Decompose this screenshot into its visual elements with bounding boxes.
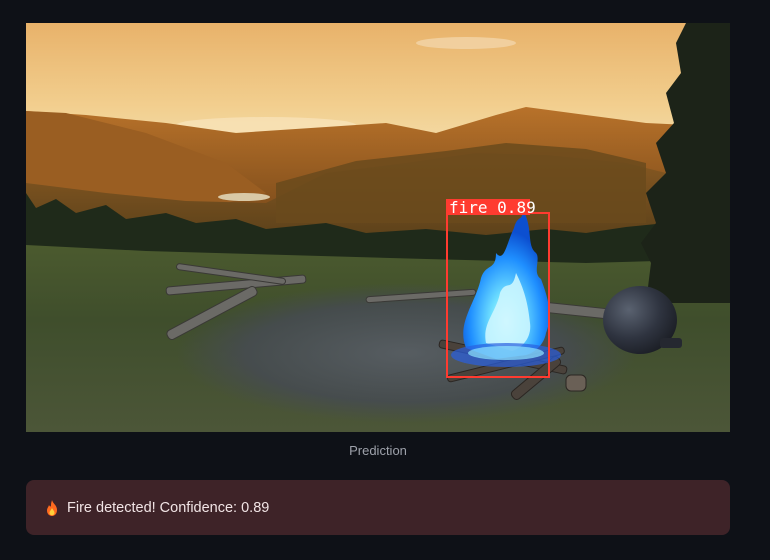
alert-message: Fire detected! Confidence: 0.89 (67, 499, 270, 516)
image-caption: Prediction (349, 443, 407, 458)
detection-class-label: fire (449, 198, 488, 217)
detection-confidence: 0.89 (497, 198, 536, 217)
prediction-image: fire 0.89 (26, 23, 730, 432)
fire-icon (47, 499, 57, 516)
app-main: fire 0.89 Prediction Fire detected! Conf… (0, 0, 770, 560)
fire-alert-banner: Fire detected! Confidence: 0.89 (26, 480, 730, 535)
svg-text:fire 0.89: fire 0.89 (449, 198, 536, 217)
